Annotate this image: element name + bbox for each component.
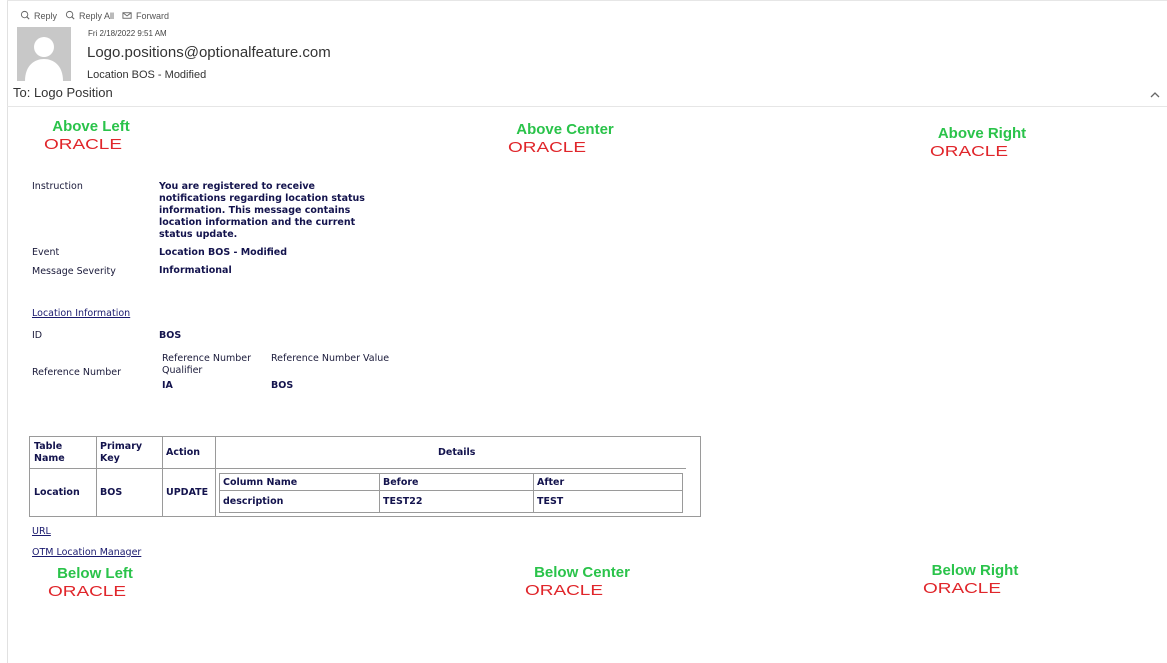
instruction-text: You are registered to receive notificati… [159,181,389,241]
details-table: Column Name Before After description TES… [219,473,683,513]
reply-all-icon [65,10,75,20]
logo-label: Above Right [937,125,1027,142]
header-line: Table [34,441,63,452]
instruction-label: Instruction [32,181,83,192]
header-line: Primary [100,441,143,452]
logo-below-center: Below Center ORACLE [525,564,637,597]
oracle-logo: ORACLE [525,583,603,597]
oracle-logo-text: ORACLE [48,584,126,598]
reply-all-button[interactable]: Reply All [65,10,114,21]
details-header-before: Before [383,477,419,488]
ref-qualifier-header: Reference Number Qualifier [162,353,251,377]
forward-icon [122,12,132,19]
column-divider [96,437,97,516]
message-actions: Reply Reply All Forward [20,10,169,21]
changes-table: Table Name Primary Key Action Details Lo… [29,436,701,517]
oracle-logo: ORACLE [923,581,1001,595]
oracle-logo-text: ORACLE [930,144,1008,158]
instruction-line: You are registered to receive [159,181,315,192]
ref-value-value: BOS [271,380,294,391]
reference-number-label: Reference Number [32,367,122,378]
forward-label: Forward [136,10,170,21]
message-subject: Location BOS - Modified [87,69,207,81]
logo-label: Below Right [931,562,1019,579]
details-cell-column: description [223,496,284,507]
person-icon [17,27,71,81]
oracle-logo: ORACLE [930,144,1008,158]
instruction-line: information. This message contains [159,205,351,216]
header-primary-key: Primary Key [100,441,142,465]
message-date: Fri 2/18/2022 9:51 AM [88,29,167,38]
instruction-line: notifications regarding location status [159,193,365,204]
logo-label: Above Center [516,121,614,138]
reply-button[interactable]: Reply [20,10,57,21]
reply-icon [20,10,30,20]
instruction-line: status update. [159,229,238,240]
details-header-after: After [537,477,565,488]
url-link[interactable]: URL [32,526,51,537]
header-line: Key [100,453,120,464]
ref-qualifier-header-line: Reference Number [162,353,252,364]
logo-above-center: Above Center ORACLE [508,121,620,154]
header-table-name: Table Name [34,441,65,465]
row-divider [216,468,686,469]
oracle-logo-text: ORACLE [508,140,586,154]
details-header-column: Column Name [223,477,298,488]
event-label: Event [32,247,60,258]
severity-label: Message Severity [32,266,116,277]
cell-action: UPDATE [166,487,209,498]
oracle-logo: ORACLE [48,584,126,598]
column-divider [162,437,163,516]
ref-value-header: Reference Number Value [271,353,390,364]
row-divider [220,490,682,491]
id-label: ID [32,330,43,341]
ref-qualifier-value: IA [162,380,173,391]
oracle-logo-text: ORACLE [525,583,603,597]
reading-pane-border [7,0,8,663]
oracle-logo-text: ORACLE [923,581,1001,595]
otm-location-manager-link[interactable]: OTM Location Manager [32,547,141,558]
column-divider [533,474,534,512]
recipient-line: To: Logo Position [13,85,113,100]
logo-label: Below Center [534,564,630,581]
logo-above-left: Above Left ORACLE [44,118,136,151]
location-information-heading[interactable]: Location Information [32,308,130,319]
event-value: Location BOS - Modified [159,247,288,258]
header-action: Action [166,447,201,458]
reply-label: Reply [34,10,58,21]
column-divider [215,437,216,516]
logo-label: Below Left [57,565,133,582]
header-line: Name [34,453,65,464]
top-divider [7,0,1167,1]
logo-below-right: Below Right ORACLE [923,562,1025,595]
avatar [17,27,71,81]
oracle-logo: ORACLE [44,137,122,151]
id-value: BOS [159,330,182,341]
header-divider [7,106,1167,107]
logo-above-right: Above Right ORACLE [930,125,1032,158]
severity-value: Informational [159,265,232,276]
header-details: Details [438,447,476,458]
oracle-logo-text: ORACLE [44,137,122,151]
details-cell-before: TEST22 [383,496,423,507]
oracle-logo: ORACLE [508,140,586,154]
details-cell-after: TEST [537,496,564,507]
chevron-up-icon[interactable] [1149,90,1161,100]
reply-all-label: Reply All [79,10,115,21]
logo-below-left: Below Left ORACLE [48,565,140,598]
forward-button[interactable]: Forward [122,10,169,21]
cell-table-name: Location [34,487,80,498]
row-divider [30,468,215,469]
column-divider [379,474,380,512]
logo-label: Above Left [52,118,130,135]
ref-qualifier-header-line: Qualifier [162,365,203,376]
cell-primary-key: BOS [100,487,123,498]
instruction-line: location information and the current [159,217,356,228]
sender-address[interactable]: Logo.positions@optionalfeature.com [87,44,331,61]
